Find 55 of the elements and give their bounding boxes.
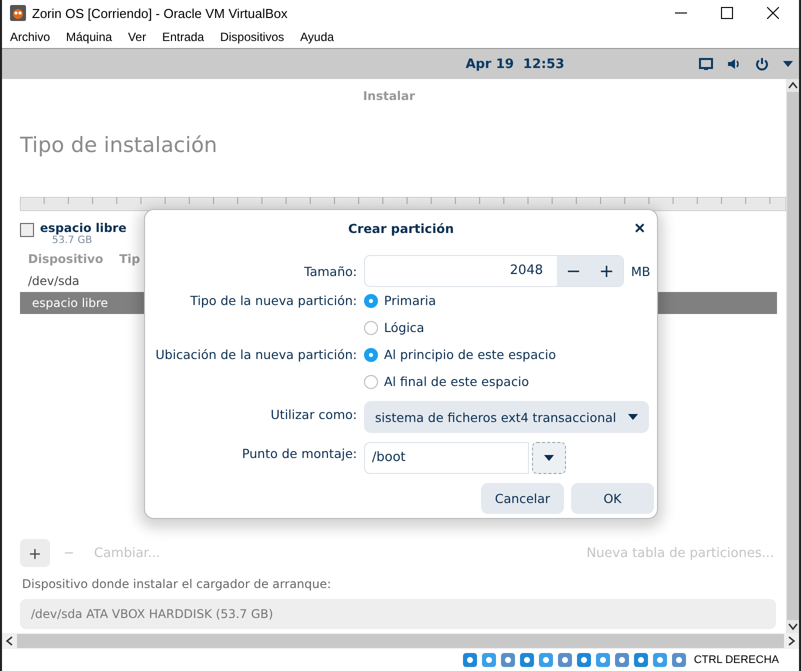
field-label: Tipo de la nueva partición: (189, 293, 357, 308)
radio-option[interactable]: Al final de este espacio (364, 368, 657, 395)
legend-checkbox[interactable] (20, 223, 34, 237)
radio-label: Al final de este espacio (384, 374, 530, 389)
menu-item[interactable]: Ver (128, 30, 146, 44)
field-label: Utilizar como: (270, 406, 357, 422)
caret-icon (628, 414, 638, 420)
scrollbar-thumb[interactable] (786, 92, 798, 620)
radio-label: Lógica (384, 320, 424, 335)
scrollbar-thumb[interactable] (17, 634, 784, 648)
scroll-left-icon[interactable] (5, 636, 13, 646)
dropdown-button[interactable] (532, 442, 566, 474)
close-button[interactable]: × (632, 218, 647, 238)
window-title: Zorin OS [Corriendo] - Oracle VM VirtualBox (32, 6, 289, 20)
menu-item[interactable]: Dispositivos (220, 30, 284, 44)
radio-icon[interactable] (364, 320, 378, 334)
use-as-dropdown[interactable]: sistema de ficheros ext4 transaccional (364, 401, 649, 433)
field-label: Ubicación de la nueva partición: (154, 347, 357, 362)
radio-icon[interactable] (364, 348, 378, 362)
radio-option[interactable]: Al principio de este espacio (364, 341, 657, 368)
menu-item[interactable]: Ayuda (300, 30, 334, 44)
dialog-button[interactable]: OK (571, 483, 654, 514)
bootloader-dropdown[interactable]: /dev/sda ATA VBOX HARDDISK (53.7 GB) (20, 599, 776, 629)
close-icon[interactable] (767, 7, 779, 19)
maximize-icon[interactable] (721, 7, 733, 19)
menu-item[interactable]: Entrada (162, 30, 204, 44)
host-key-label: CTRL DERECHA (694, 654, 779, 666)
page-title: Tipo de instalación (20, 133, 218, 157)
volume-icon[interactable] (726, 57, 741, 71)
toolbar-button[interactable]: + (20, 539, 50, 567)
dialog-button[interactable]: Cancelar (481, 483, 564, 514)
legend-label: espacio libre (40, 221, 126, 235)
dialog-title: Crear partición (348, 220, 454, 236)
menu-item[interactable]: Máquina (66, 30, 112, 44)
radio-label: Al principio de este espacio (384, 347, 556, 362)
page-header: Instalar (362, 89, 416, 103)
menu-item[interactable]: Archivo (10, 30, 50, 44)
bootloader-label: Dispositivo donde instalar el cargador de arranque: (22, 577, 332, 591)
radio-option[interactable]: Primaria (364, 287, 657, 314)
radio-icon[interactable] (364, 374, 378, 388)
scroll-down-icon[interactable] (788, 623, 798, 631)
scroll-right-icon[interactable] (788, 636, 796, 646)
field-label: Punto de montaje: (241, 446, 357, 461)
legend-size: 53.7 GB (52, 235, 94, 246)
caret-icon (544, 455, 554, 461)
field-label: Tamaño: (303, 264, 357, 278)
radio-option[interactable]: Lógica (364, 314, 657, 341)
radio-icon[interactable] (364, 294, 378, 308)
unit-label: MB (631, 264, 650, 278)
scroll-up-icon[interactable] (788, 81, 798, 89)
radio-label: Primaria (384, 293, 436, 308)
app-icon (10, 5, 26, 21)
caret-icon[interactable] (782, 61, 793, 67)
power-icon[interactable] (754, 57, 769, 71)
mount-point-input[interactable]: /boot (364, 442, 529, 474)
